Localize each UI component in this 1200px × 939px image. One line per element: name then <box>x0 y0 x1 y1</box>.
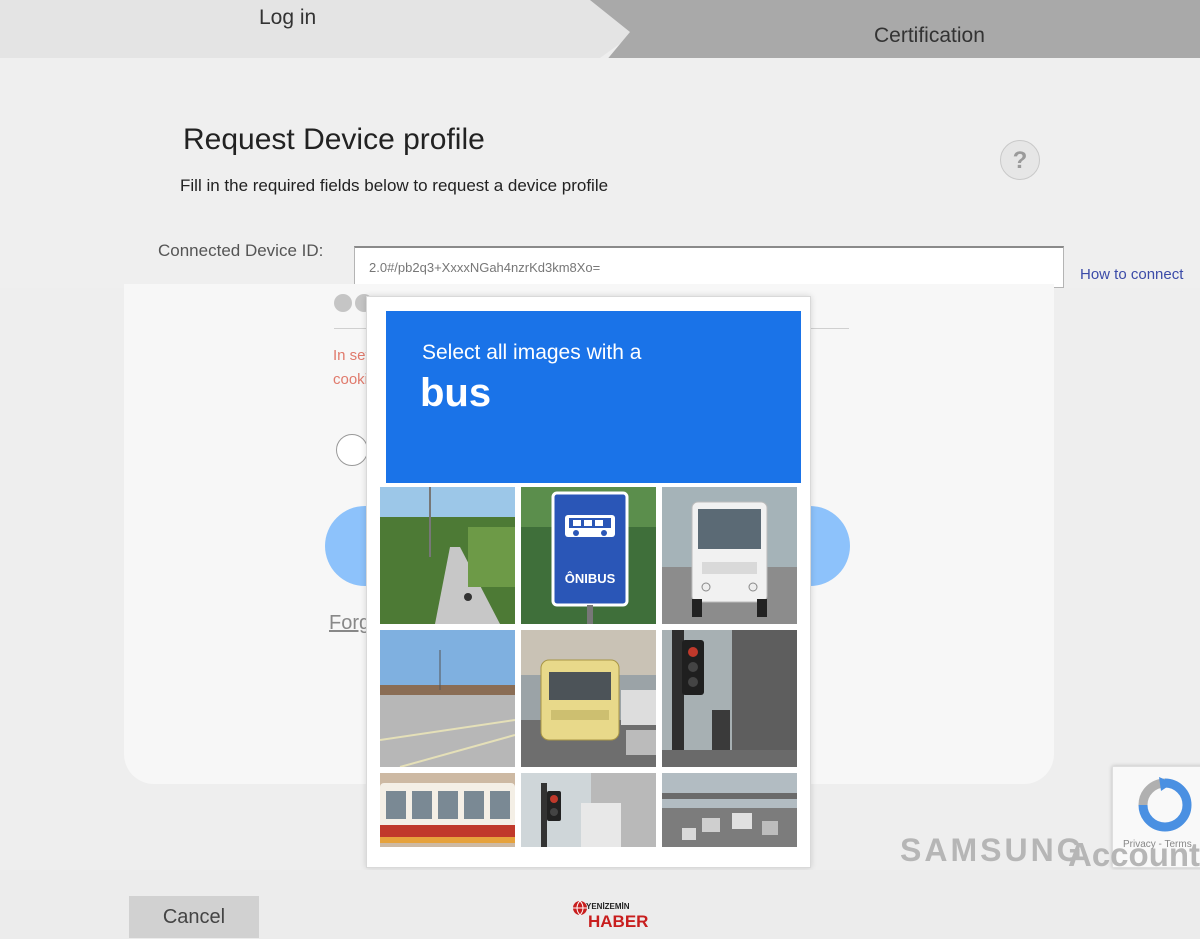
captcha-tile-1[interactable] <box>380 487 515 624</box>
captcha-tile-7[interactable] <box>380 773 515 847</box>
captcha-tile-3[interactable] <box>662 487 797 624</box>
step-login <box>0 0 640 58</box>
captcha-tile-9[interactable] <box>662 773 797 847</box>
watermark-top-text: YENİZEMİN <box>586 902 630 911</box>
account-logo: Account <box>1068 836 1200 873</box>
device-id-input[interactable] <box>354 246 1064 288</box>
captcha-tile-4[interactable] <box>380 630 515 767</box>
watermark-bottom-text: HABER <box>588 912 649 931</box>
captcha-header: Select all images with a bus <box>386 311 801 483</box>
captcha-tile-8[interactable] <box>521 773 656 847</box>
recaptcha-challenge: Select all images with a bus ÔNIBUS <box>366 296 811 868</box>
captcha-tile-2[interactable]: ÔNIBUS <box>521 487 656 624</box>
cancel-button[interactable]: Cancel <box>129 896 259 938</box>
captcha-tile-5[interactable] <box>521 630 656 767</box>
captcha-tile-6[interactable] <box>662 630 797 767</box>
device-id-label: Connected Device ID: <box>158 241 324 260</box>
samsung-logo: SAMSUNG <box>900 832 1085 868</box>
step-certification-label: Certification <box>874 24 985 47</box>
how-to-connect-link[interactable]: How to connect <box>1080 266 1183 283</box>
page-subtitle: Fill in the required fields below to req… <box>180 176 609 195</box>
bus-stop-sign-text: ÔNIBUS <box>565 571 616 586</box>
captcha-instruction: Select all images with a <box>422 341 642 364</box>
question-mark-icon[interactable]: ? <box>1000 140 1040 180</box>
step-login-label: Log in <box>259 6 317 29</box>
captcha-target-word: bus <box>420 371 492 415</box>
page-title: Request Device profile <box>183 123 485 156</box>
forgot-link[interactable]: Forg <box>329 612 370 635</box>
remember-radio[interactable] <box>336 434 368 466</box>
recaptcha-logo-icon <box>1138 777 1192 832</box>
